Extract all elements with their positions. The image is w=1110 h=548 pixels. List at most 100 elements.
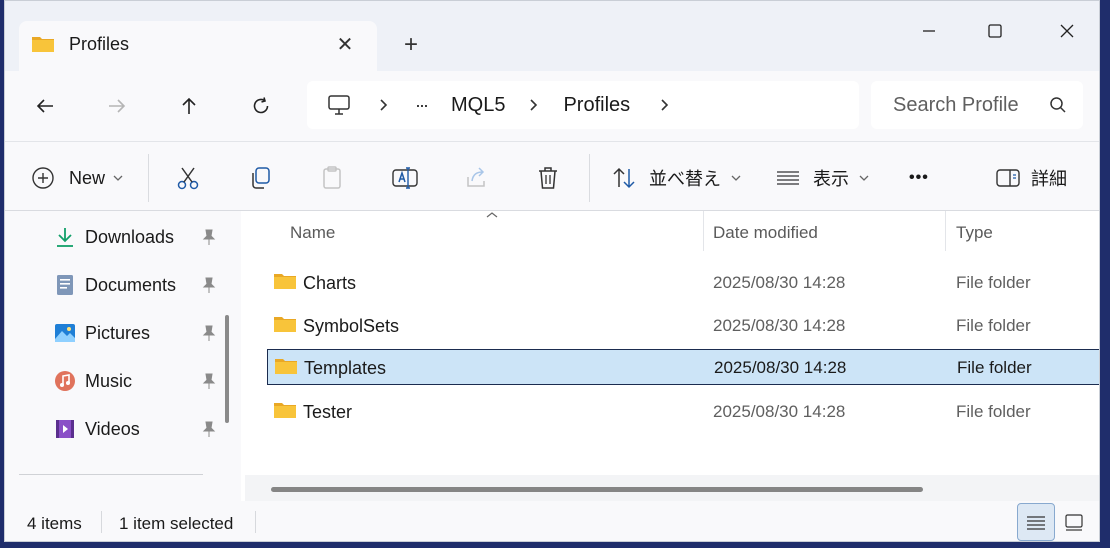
file-name: Charts	[303, 273, 357, 293]
arrow-up-icon	[182, 97, 196, 114]
sidebar-item-label: Music	[85, 370, 133, 391]
folder-icon	[273, 315, 297, 340]
navigation-pane: Downloads Documents Pictures Music Video…	[5, 211, 241, 501]
item-count: 4 items	[27, 514, 82, 533]
horizontal-scrollbar[interactable]	[271, 487, 923, 492]
sidebar-item-label: Documents	[85, 274, 177, 295]
up-button[interactable]	[169, 88, 209, 124]
rename-button[interactable]	[391, 158, 419, 198]
details-pane-icon	[995, 167, 1021, 189]
file-date: 2025/08/30 14:28	[713, 273, 846, 292]
sidebar-item-downloads[interactable]: Downloads	[53, 217, 221, 257]
share-icon	[463, 165, 489, 191]
selection-count: 1 item selected	[119, 514, 234, 533]
view-button[interactable]: 表示	[775, 158, 869, 198]
maximize-button[interactable]	[973, 15, 1017, 47]
tab-profiles[interactable]: Profiles ✕	[19, 21, 377, 71]
sidebar-item-videos[interactable]: Videos	[53, 409, 221, 449]
file-type: File folder	[957, 358, 1032, 377]
breadcrumb-separator-icon[interactable]	[529, 98, 539, 112]
sidebar-item-label: Pictures	[85, 322, 151, 343]
refresh-icon	[253, 97, 269, 114]
divider	[101, 511, 102, 533]
file-list: Name Date modified Type Charts 2025/08/3…	[245, 211, 1099, 501]
status-bar: 4 items 1 item selected	[5, 501, 1099, 541]
file-date: 2025/08/30 14:28	[713, 316, 846, 335]
details-view-button[interactable]	[1017, 503, 1055, 541]
sort-ascending-icon	[485, 211, 499, 219]
navigation-bar: ··· MQL5 Profiles Search Profile	[5, 71, 1099, 141]
pin-icon[interactable]	[201, 228, 217, 251]
details-pane-button[interactable]: 詳細	[995, 158, 1067, 198]
sidebar-item-label: Downloads	[85, 226, 175, 247]
breadcrumb-separator-icon[interactable]	[660, 98, 670, 112]
pin-icon[interactable]	[201, 372, 217, 395]
computer-icon[interactable]	[327, 94, 351, 116]
file-explorer-window: Profiles ✕ + ··· MQL5 Profiles Search Pr…	[4, 0, 1100, 542]
close-window-button[interactable]	[1045, 15, 1089, 47]
list-view-icon	[775, 167, 801, 189]
breadcrumb-item-mql5[interactable]: MQL5	[451, 81, 505, 129]
table-row[interactable]: Tester 2025/08/30 14:28 File folder	[267, 394, 1099, 430]
clipboard-icon	[319, 165, 345, 191]
column-header-type[interactable]: Type	[956, 223, 993, 243]
tiles-view-button[interactable]	[1055, 503, 1093, 541]
pin-icon[interactable]	[201, 420, 217, 443]
search-box[interactable]: Search Profile	[871, 81, 1083, 129]
search-icon	[1049, 96, 1067, 114]
pin-icon[interactable]	[201, 276, 217, 299]
delete-button[interactable]	[535, 158, 561, 198]
sidebar-item-label: Videos	[85, 418, 140, 439]
file-name: Tester	[303, 402, 353, 422]
minimize-button[interactable]	[907, 15, 951, 47]
folder-icon	[273, 401, 297, 426]
search-input[interactable]: Search Profile	[893, 94, 1021, 117]
column-divider[interactable]	[945, 211, 946, 251]
sort-label: 並べ替え	[649, 169, 721, 189]
share-button[interactable]	[463, 158, 489, 198]
details-label: 詳細	[1031, 169, 1067, 189]
new-button[interactable]: New	[31, 158, 123, 198]
cut-button[interactable]	[175, 158, 201, 198]
sort-button[interactable]: 並べ替え	[611, 158, 741, 198]
title-bar: Profiles ✕ +	[5, 1, 1099, 71]
sidebar-item-music[interactable]: Music	[53, 361, 221, 401]
chevron-down-icon	[731, 174, 741, 182]
sidebar-item-documents[interactable]: Documents	[53, 265, 221, 305]
divider	[255, 511, 256, 533]
chevron-down-icon	[859, 174, 869, 182]
copy-button[interactable]	[247, 158, 273, 198]
breadcrumb-item-profiles[interactable]: Profiles	[563, 81, 630, 129]
music-icon	[53, 369, 77, 393]
nav-pane-scrollbar[interactable]	[225, 315, 229, 423]
horizontal-scroll-track[interactable]	[245, 475, 1099, 501]
arrow-right-icon	[109, 99, 126, 113]
new-tab-button[interactable]: +	[395, 31, 427, 59]
paste-button[interactable]	[319, 158, 345, 198]
column-divider[interactable]	[703, 211, 704, 251]
forward-button[interactable]	[97, 88, 137, 124]
more-options-button[interactable]: •••	[909, 158, 929, 198]
rename-icon	[391, 165, 419, 191]
column-header-name[interactable]: Name	[290, 223, 335, 243]
column-header-date-modified[interactable]: Date modified	[713, 223, 818, 243]
folder-icon	[31, 34, 55, 54]
table-row-selected[interactable]: Templates 2025/08/30 14:28 File folder	[267, 349, 1099, 385]
breadcrumb-overflow[interactable]: ···	[415, 81, 429, 129]
folder-icon	[273, 272, 297, 297]
divider	[589, 154, 590, 202]
download-icon	[53, 225, 77, 249]
back-button[interactable]	[25, 88, 65, 124]
address-bar[interactable]: ··· MQL5 Profiles	[307, 81, 859, 129]
breadcrumb-separator-icon[interactable]	[379, 98, 389, 112]
table-row[interactable]: SymbolSets 2025/08/30 14:28 File folder	[267, 308, 1099, 344]
pin-icon[interactable]	[201, 324, 217, 347]
chevron-down-icon	[113, 174, 123, 182]
tab-close-button[interactable]: ✕	[331, 30, 359, 58]
sidebar-item-pictures[interactable]: Pictures	[53, 313, 221, 353]
tiles-view-icon	[1065, 514, 1083, 531]
command-bar: New 並べ替え 表示 ••• 詳細	[5, 141, 1099, 211]
refresh-button[interactable]	[241, 88, 281, 124]
table-row[interactable]: Charts 2025/08/30 14:28 File folder	[267, 265, 1099, 301]
sort-icon	[611, 165, 637, 191]
